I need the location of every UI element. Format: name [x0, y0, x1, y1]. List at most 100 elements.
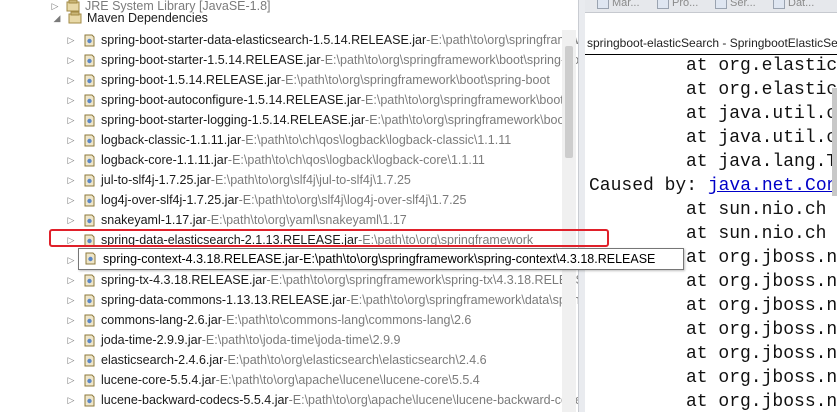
markers-icon — [597, 0, 609, 9]
expand-arrow-icon[interactable]: ▷ — [66, 390, 76, 410]
expand-arrow-icon[interactable]: ▷ — [66, 310, 76, 330]
tree-item-jar[interactable]: ▷ log4j-over-slf4j-1.7.25.jar - E:\path\t… — [66, 190, 578, 210]
view-tab-label: Ser... — [730, 0, 756, 9]
collapse-arrow-icon[interactable]: ◢ — [52, 8, 62, 28]
tree-item-jar[interactable]: ▷ logback-core-1.1.11.jar - E:\path\to\ch… — [66, 150, 578, 170]
view-tab[interactable]: Mar... — [597, 0, 640, 12]
console-stack-line: at org.jboss.netty — [686, 392, 837, 412]
tree-item-jar[interactable]: ▷ spring-boot-starter-1.5.14.RELEASE.jar … — [66, 50, 578, 70]
exception-link[interactable]: java.net.ConnectException — [708, 176, 837, 196]
jar-path: E:\path\to\org\springframework — [362, 233, 534, 247]
jar-name: lucene-core-5.5.4.jar — [101, 373, 216, 387]
expand-arrow-icon[interactable]: ▷ — [66, 170, 76, 190]
tree-item-jar[interactable]: ▷ joda-time-2.9.9.jar - E:\path\to\joda-t… — [66, 330, 578, 350]
tree-item-jar[interactable]: ▷ elasticsearch-2.4.6.jar - E:\path\to\or… — [66, 350, 578, 370]
jar-icon — [82, 393, 97, 407]
expand-arrow-icon[interactable]: ▷ — [66, 30, 76, 50]
view-tab[interactable]: Dat... — [773, 0, 814, 12]
jar-path: E:\path\to\org\springframework\boot\spri… — [324, 53, 578, 67]
tree-item-label: Maven Dependencies — [87, 11, 208, 25]
jar-name: snakeyaml-1.17.jar — [101, 213, 207, 227]
jar-icon — [82, 153, 97, 167]
expand-arrow-icon[interactable]: ▷ — [66, 150, 76, 170]
pane-divider[interactable] — [578, 0, 585, 412]
view-tab-strip: Mar... Pro... Ser... Dat... — [585, 0, 837, 13]
jar-path: E:\path\to\org\apache\lucene\lucene-back… — [292, 393, 578, 407]
tree-item-jar[interactable]: ▷ lucene-core-5.5.4.jar - E:\path\to\org\… — [66, 370, 578, 390]
view-tab[interactable]: Ser... — [715, 0, 756, 12]
jar-icon — [83, 251, 98, 268]
console-stack-line: at java.util.concurrent — [686, 128, 837, 148]
vertical-scrollbar[interactable] — [562, 30, 576, 412]
expand-arrow-icon[interactable]: ▷ — [66, 90, 76, 110]
console-stack-line: at org.elasticsearch — [686, 80, 837, 100]
expand-arrow-icon[interactable]: ▷ — [66, 370, 76, 390]
console-stack-line: at org.jboss.netty — [686, 368, 837, 388]
tree-item-jar[interactable]: ▷ spring-boot-autoconfigure-1.5.14.RELEAS… — [66, 90, 578, 110]
jar-path: E:\path\to\org\slf4j\jul-to-slf4j\1.7.25 — [214, 173, 411, 187]
jar-icon — [82, 313, 97, 327]
view-tab[interactable]: Pro... — [657, 0, 698, 12]
jar-name: spring-data-elasticsearch-2.1.13.RELEASE… — [101, 233, 359, 247]
tree-item-jar[interactable]: ▷ jul-to-slf4j-1.7.25.jar - E:\path\to\or… — [66, 170, 578, 190]
jar-name: spring-boot-autoconfigure-1.5.14.RELEASE… — [101, 93, 361, 107]
jar-icon — [82, 353, 97, 367]
tree-item-maven-dependencies[interactable]: ◢ Maven Dependencies — [52, 8, 578, 28]
expand-arrow-icon[interactable]: ▷ — [66, 70, 76, 90]
jar-icon — [82, 93, 97, 107]
console-stack-line: at sun.nio.ch — [686, 224, 827, 244]
jar-name: logback-core-1.1.11.jar — [101, 153, 228, 167]
console-title: springboot-elasticSearch - SpringbootEla… — [587, 36, 837, 50]
console-stack-line: at org.jboss.netty — [686, 272, 837, 292]
jar-name: spring-boot-starter-logging-1.5.14.RELEA… — [101, 113, 366, 127]
tree-item-jar[interactable]: ▷ spring-boot-starter-data-elasticsearch-… — [66, 30, 578, 50]
jar-name: elasticsearch-2.4.6.jar — [101, 353, 224, 367]
jar-path: E:\path\to\ch\qos\logback\logback-classi… — [245, 133, 512, 147]
scrollbar-thumb[interactable] — [565, 46, 573, 158]
jar-path: E:\path\to\org\springframework\data\spri… — [350, 293, 578, 307]
tree-item-jar[interactable]: ▷ spring-data-elasticsearch-2.1.13.RELEAS… — [66, 230, 578, 250]
tree-item-jar[interactable]: ▷ lucene-backward-codecs-5.5.4.jar - E:\p… — [66, 390, 578, 410]
expand-arrow-icon[interactable]: ▷ — [66, 50, 76, 70]
jar-icon — [82, 53, 97, 67]
console-view: Mar... Pro... Ser... Dat... springboot-elas… — [585, 0, 837, 412]
view-tab-label: Pro... — [672, 0, 699, 9]
expand-arrow-icon[interactable]: ▷ — [66, 210, 76, 230]
caused-by-prefix: Caused by: — [589, 176, 708, 196]
expand-arrow-icon[interactable]: ▷ — [66, 330, 76, 350]
tree-item-jar[interactable]: ▷ spring-boot-1.5.14.RELEASE.jar - E:\pat… — [66, 70, 578, 90]
jar-path: E:\path\to\org\yaml\snakeyaml\1.17 — [210, 213, 407, 227]
expand-arrow-icon[interactable]: ▷ — [66, 190, 76, 210]
jar-path: E:\path\to\org\springframework\boot — [369, 113, 568, 127]
view-tab-label: Dat... — [788, 0, 815, 9]
jar-name: spring-tx-4.3.18.RELEASE.jar — [101, 273, 267, 287]
console-caused-by-line: Caused by: java.net.ConnectException — [589, 176, 837, 200]
console-scrollbar-thumb[interactable] — [832, 88, 837, 196]
tree-item-jar[interactable]: ▷ spring-tx-4.3.18.RELEASE.jar - E:\path\… — [66, 270, 578, 290]
expand-arrow-icon[interactable]: ▷ — [66, 230, 76, 250]
tree-item-jar[interactable]: ▷ snakeyaml-1.17.jar - E:\path\to\org\yam… — [66, 210, 578, 230]
jar-name: lucene-backward-codecs-5.5.4.jar — [101, 393, 289, 407]
jar-path: E:\path\to\ch\qos\logback\logback-core\1… — [232, 153, 485, 167]
package-explorer-tree: ▷ JRE System Library [JavaSE-1.8] ◢ Mave… — [0, 0, 578, 412]
expand-arrow-icon[interactable]: ▷ — [66, 250, 76, 270]
jar-icon — [82, 233, 97, 247]
tree-item-jar[interactable]: ▷ spring-boot-starter-logging-1.5.14.RELE… — [66, 110, 578, 130]
jar-name: spring-boot-1.5.14.RELEASE.jar — [101, 73, 281, 87]
expand-arrow-icon[interactable]: ▷ — [66, 270, 76, 290]
jar-name: log4j-over-slf4j-1.7.25.jar — [101, 193, 239, 207]
tree-item-jar[interactable]: ▷ logback-classic-1.1.11.jar - E:\path\to… — [66, 130, 578, 150]
tree-item-jar[interactable]: ▷ spring-data-commons-1.13.13.RELEASE.jar… — [66, 290, 578, 310]
tooltip-jar-path: E:\path\to\org\springframework\spring-co… — [303, 252, 656, 266]
expand-arrow-icon[interactable]: ▷ — [66, 290, 76, 310]
expand-arrow-icon[interactable]: ▷ — [66, 110, 76, 130]
tree-item-jar[interactable]: ▷ commons-lang-2.6.jar - E:\path\to\commo… — [66, 310, 578, 330]
console-stack-line: at org.jboss.netty — [686, 320, 837, 340]
expand-arrow-icon[interactable]: ▷ — [66, 350, 76, 370]
jar-path: E:\path\to\org\springframework\boot — [365, 93, 564, 107]
jar-icon — [82, 173, 97, 187]
jar-name: logback-classic-1.1.11.jar — [101, 133, 242, 147]
expand-arrow-icon[interactable]: ▷ — [66, 130, 76, 150]
jar-path: E:\path\to\org\apache\lucene\lucene-core… — [219, 373, 480, 387]
console-stack-line: at org.jboss.netty — [686, 344, 837, 364]
